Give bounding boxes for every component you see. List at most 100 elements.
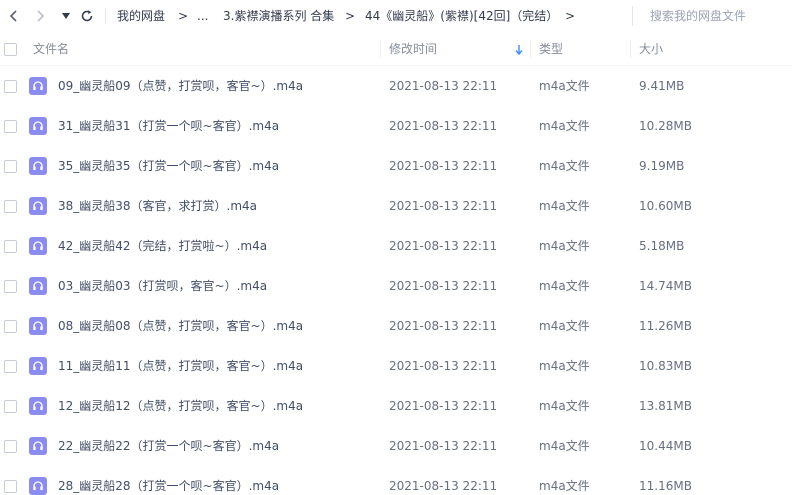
file-name[interactable]: 42_幽灵船42（完结，打赏啦~）.m4a — [58, 226, 267, 266]
breadcrumb-item-collection[interactable]: 3.紫襟演播系列 合集 — [223, 8, 334, 24]
row-checkbox[interactable] — [4, 480, 17, 493]
file-modified-time: 2021-08-13 22:11 — [389, 239, 498, 253]
file-modified-time: 2021-08-13 22:11 — [389, 359, 498, 373]
file-row[interactable]: 42_幽灵船42（完结，打赏啦~）.m4a 2021-08-13 22:11 m… — [0, 226, 792, 266]
file-modified-time: 2021-08-13 22:11 — [389, 399, 498, 413]
back-button[interactable] — [4, 6, 24, 26]
top-toolbar: 我的网盘 > ... 3.紫襟演播系列 合集 > 44《幽灵船》(紫襟)[42回… — [0, 0, 792, 32]
file-name[interactable]: 08_幽灵船08（点赞，打赏呗，客官~）.m4a — [58, 306, 303, 346]
file-size: 14.74MB — [639, 279, 692, 293]
file-modified-time: 2021-08-13 22:11 — [389, 119, 498, 133]
file-name[interactable]: 09_幽灵船09（点赞，打赏呗，客官~）.m4a — [58, 66, 303, 106]
file-size: 9.19MB — [639, 159, 685, 173]
audio-file-icon — [29, 237, 47, 255]
column-header-size[interactable]: 大小 — [639, 32, 663, 66]
breadcrumb-divider — [105, 8, 106, 24]
sort-arrow-down-icon[interactable] — [514, 44, 524, 56]
file-name[interactable]: 22_幽灵船22（打赏一个呗~客官）.m4a — [58, 426, 279, 466]
audio-file-icon — [29, 197, 47, 215]
file-size: 10.83MB — [639, 359, 692, 373]
file-name[interactable]: 28_幽灵船28（打赏一个呗~客官）.m4a — [58, 466, 279, 495]
row-checkbox[interactable] — [4, 440, 17, 453]
audio-file-icon — [29, 437, 47, 455]
file-row[interactable]: 22_幽灵船22（打赏一个呗~客官）.m4a 2021-08-13 22:11 … — [0, 426, 792, 466]
breadcrumb-item-root[interactable]: 我的网盘 — [117, 8, 165, 24]
file-row[interactable]: 11_幽灵船11（点赞，打赏呗，客官~）.m4a 2021-08-13 22:1… — [0, 346, 792, 386]
audio-file-icon — [29, 277, 47, 295]
row-checkbox[interactable] — [4, 200, 17, 213]
file-row[interactable]: 08_幽灵船08（点赞，打赏呗，客官~）.m4a 2021-08-13 22:1… — [0, 306, 792, 346]
file-size: 13.81MB — [639, 399, 692, 413]
file-row[interactable]: 28_幽灵船28（打赏一个呗~客官）.m4a 2021-08-13 22:11 … — [0, 466, 792, 495]
row-checkbox[interactable] — [4, 160, 17, 173]
file-size: 5.18MB — [639, 239, 685, 253]
file-type: m4a文件 — [539, 479, 590, 493]
file-modified-time: 2021-08-13 22:11 — [389, 319, 498, 333]
row-checkbox[interactable] — [4, 280, 17, 293]
file-type: m4a文件 — [539, 239, 590, 253]
forward-button[interactable] — [30, 6, 50, 26]
file-row[interactable]: 31_幽灵船31（打赏一个呗~客官）.m4a 2021-08-13 22:11 … — [0, 106, 792, 146]
file-row[interactable]: 12_幽灵船12（点赞，打赏呗，客官~）.m4a 2021-08-13 22:1… — [0, 386, 792, 426]
search-input[interactable] — [640, 6, 788, 26]
history-dropdown-button[interactable] — [56, 6, 76, 26]
column-header-name[interactable]: 文件名 — [33, 32, 69, 66]
breadcrumb-separator: > — [345, 9, 356, 23]
file-size: 10.60MB — [639, 199, 692, 213]
breadcrumb-separator: > — [565, 9, 576, 23]
breadcrumb-item-current[interactable]: 44《幽灵船》(紫襟)[42回]（完结） — [365, 8, 558, 24]
row-checkbox[interactable] — [4, 120, 17, 133]
file-row[interactable]: 03_幽灵船03（打赏呗，客官~）.m4a 2021-08-13 22:11 m… — [0, 266, 792, 306]
breadcrumb-separator: > — [178, 9, 189, 23]
row-checkbox[interactable] — [4, 360, 17, 373]
row-checkbox[interactable] — [4, 320, 17, 333]
audio-file-icon — [29, 317, 47, 335]
file-type: m4a文件 — [539, 399, 590, 413]
audio-file-icon — [29, 357, 47, 375]
audio-file-icon — [29, 77, 47, 95]
row-checkbox[interactable] — [4, 240, 17, 253]
file-modified-time: 2021-08-13 22:11 — [389, 279, 498, 293]
file-name[interactable]: 12_幽灵船12（点赞，打赏呗，客官~）.m4a — [58, 386, 303, 426]
file-modified-time: 2021-08-13 22:11 — [389, 199, 498, 213]
file-modified-time: 2021-08-13 22:11 — [389, 159, 498, 173]
file-type: m4a文件 — [539, 359, 590, 373]
file-name[interactable]: 11_幽灵船11（点赞，打赏呗，客官~）.m4a — [58, 346, 303, 386]
file-row[interactable]: 35_幽灵船35（打赏一个呗~客官）.m4a 2021-08-13 22:11 … — [0, 146, 792, 186]
select-all-checkbox[interactable] — [4, 43, 17, 56]
audio-file-icon — [29, 397, 47, 415]
row-checkbox[interactable] — [4, 400, 17, 413]
file-modified-time: 2021-08-13 22:11 — [389, 479, 498, 493]
file-type: m4a文件 — [539, 199, 590, 213]
file-list: 09_幽灵船09（点赞，打赏呗，客官~）.m4a 2021-08-13 22:1… — [0, 66, 792, 495]
breadcrumb-item-ellipsis[interactable]: ... — [197, 8, 208, 24]
file-name[interactable]: 38_幽灵船38（客官，求打赏）.m4a — [58, 186, 257, 226]
refresh-icon — [81, 10, 93, 22]
file-size: 10.28MB — [639, 119, 692, 133]
file-type: m4a文件 — [539, 79, 590, 93]
chevron-left-icon — [9, 10, 17, 22]
file-row[interactable]: 09_幽灵船09（点赞，打赏呗，客官~）.m4a 2021-08-13 22:1… — [0, 66, 792, 106]
column-header-type[interactable]: 类型 — [539, 32, 563, 66]
caret-down-icon — [62, 13, 70, 19]
file-name[interactable]: 03_幽灵船03（打赏呗，客官~）.m4a — [58, 266, 267, 306]
file-size: 9.41MB — [639, 79, 685, 93]
file-type: m4a文件 — [539, 439, 590, 453]
column-divider[interactable] — [530, 40, 531, 58]
chevron-right-icon — [37, 10, 45, 22]
audio-file-icon — [29, 157, 47, 175]
refresh-button[interactable] — [77, 6, 97, 26]
file-modified-time: 2021-08-13 22:11 — [389, 439, 498, 453]
file-row[interactable]: 38_幽灵船38（客官，求打赏）.m4a 2021-08-13 22:11 m4… — [0, 186, 792, 226]
file-name[interactable]: 31_幽灵船31（打赏一个呗~客官）.m4a — [58, 106, 279, 146]
column-divider[interactable] — [630, 40, 631, 58]
file-name[interactable]: 35_幽灵船35（打赏一个呗~客官）.m4a — [58, 146, 279, 186]
file-size: 11.26MB — [639, 319, 692, 333]
file-type: m4a文件 — [539, 279, 590, 293]
audio-file-icon — [29, 477, 47, 495]
search-divider — [632, 6, 633, 26]
audio-file-icon — [29, 117, 47, 135]
row-checkbox[interactable] — [4, 80, 17, 93]
column-header-modified[interactable]: 修改时间 — [389, 32, 437, 66]
column-divider[interactable] — [380, 40, 381, 58]
